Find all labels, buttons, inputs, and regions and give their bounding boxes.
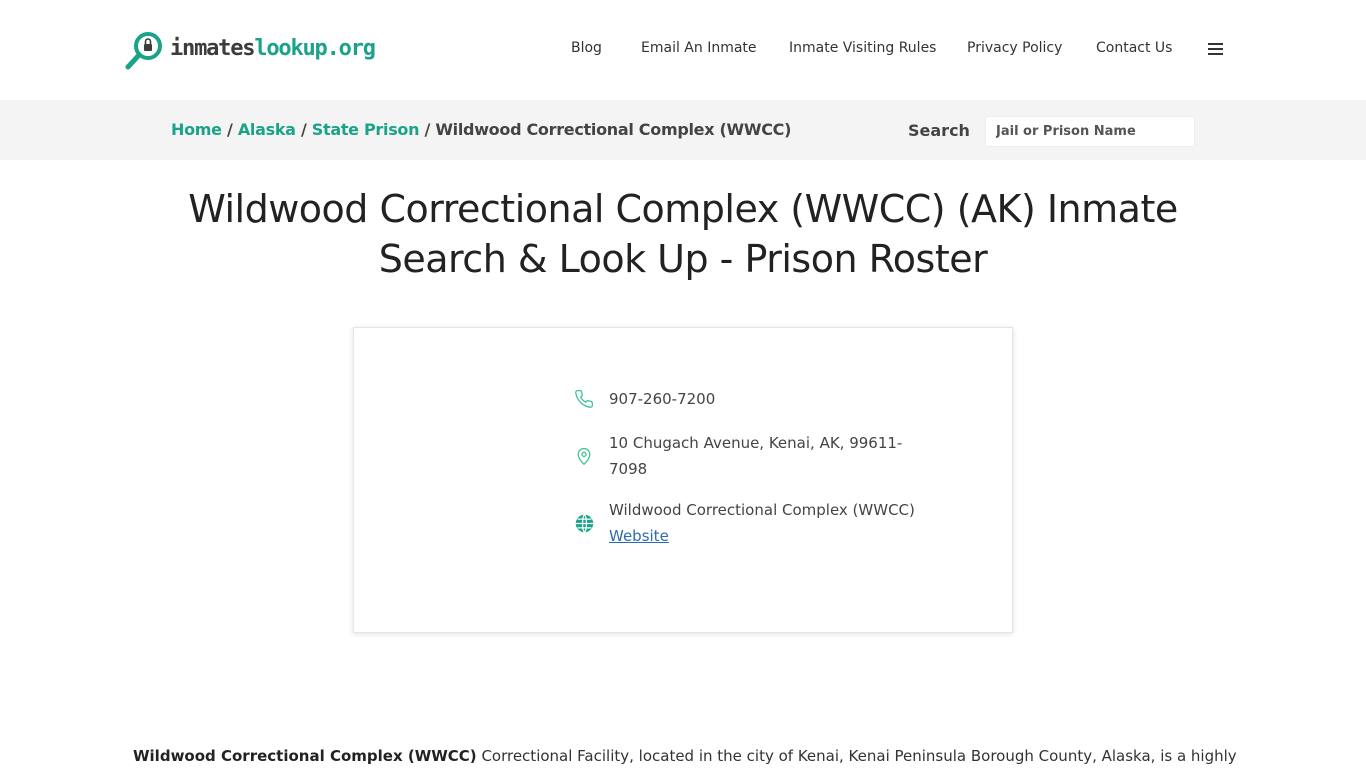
breadcrumb-home[interactable]: Home (171, 120, 222, 139)
website-link[interactable]: Website (609, 527, 669, 545)
search-label: Search (908, 121, 970, 140)
site-header: inmateslookup.org Blog Email An Inmate I… (0, 0, 1366, 100)
phone-row: 907-260-7200 (573, 386, 715, 412)
facility-address: 10 Chugach Avenue, Kenai, AK, 99611-7098 (609, 434, 903, 478)
address-row: 10 Chugach Avenue, Kenai, AK, 99611-7098 (573, 430, 909, 482)
page-title: Wildwood Correctional Complex (WWCC) (AK… (188, 187, 1178, 281)
breadcrumb-bar: Home / Alaska / State Prison / Wildwood … (0, 100, 1366, 160)
nav-contact-us[interactable]: Contact Us (1096, 40, 1172, 56)
location-pin-icon (573, 445, 595, 467)
nav-privacy-policy[interactable]: Privacy Policy (967, 40, 1062, 56)
intro-paragraph: Wildwood Correctional Complex (WWCC) Cor… (133, 744, 1237, 768)
phone-icon (573, 388, 595, 410)
facility-phone[interactable]: 907-260-7200 (609, 386, 715, 412)
breadcrumb-separator: / (424, 120, 431, 139)
nav-blog[interactable]: Blog (571, 40, 602, 56)
breadcrumb-state-prison[interactable]: State Prison (312, 120, 420, 139)
breadcrumb-separator: / (227, 120, 233, 139)
main-nav: Blog Email An Inmate Inmate Visiting Rul… (0, 40, 1366, 62)
breadcrumb-current: Wildwood Correctional Complex (WWCC) (435, 120, 792, 139)
website-row: Wildwood Correctional Complex (WWCC) Web… (573, 497, 915, 549)
globe-icon (573, 512, 595, 534)
facility-name: Wildwood Correctional Complex (WWCC) (609, 501, 915, 519)
nav-email-an-inmate[interactable]: Email An Inmate (641, 40, 757, 56)
breadcrumb-separator: / (300, 120, 307, 139)
hamburger-icon[interactable] (1208, 43, 1223, 57)
breadcrumb: Home / Alaska / State Prison / Wildwood … (171, 120, 791, 139)
nav-inmate-visiting-rules[interactable]: Inmate Visiting Rules (789, 40, 936, 56)
intro-bold: Wildwood Correctional Complex (WWCC) (133, 747, 477, 765)
breadcrumb-alaska[interactable]: Alaska (238, 120, 296, 139)
intro-text: Correctional Facility, located in the ci… (476, 747, 1237, 765)
website-text: Wildwood Correctional Complex (WWCC) Web… (609, 497, 915, 549)
search-input[interactable] (985, 116, 1195, 147)
